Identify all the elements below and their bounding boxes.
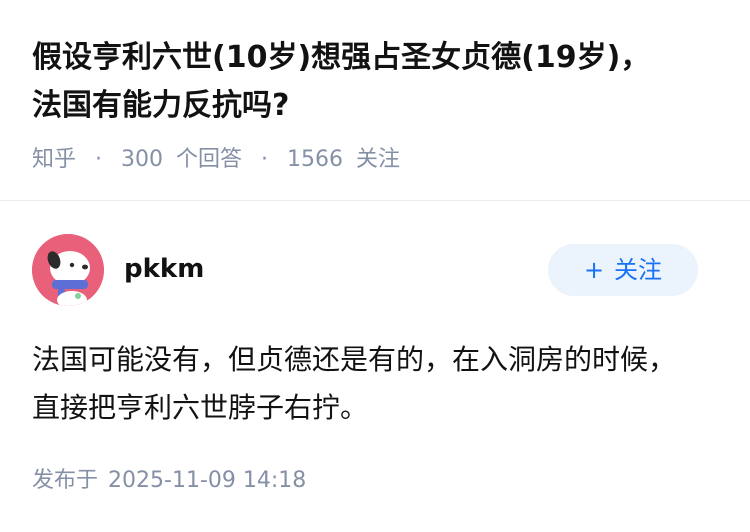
publish-timestamp: 2025-11-09 14:18: [108, 468, 307, 493]
answer-content: 法国可能没有，但贞德还是有的，在入洞房的时候，直接把亨利六世脖子右拧。: [32, 343, 677, 424]
dog-avatar-icon[interactable]: [32, 234, 104, 306]
follow-button[interactable]: + 关注: [548, 244, 698, 296]
question-title[interactable]: 假设亨利六世(10岁)想强占圣女贞德(19岁)，法国有能力反抗吗?: [32, 34, 672, 130]
meta-separator: ·: [261, 147, 269, 172]
answer-count-label: 个回答: [176, 147, 243, 172]
follower-count-label: 关注: [356, 147, 401, 172]
follower-count: 1566: [287, 147, 344, 172]
meta-separator: ·: [95, 147, 103, 172]
source-label[interactable]: 知乎: [32, 145, 76, 175]
answer-page: 假设亨利六世(10岁)想强占圣女贞德(19岁)，法国有能力反抗吗? 知乎 · 3…: [0, 0, 750, 532]
author-name[interactable]: pkkm: [124, 252, 204, 286]
publish-info: 发布于 2025-11-09 14:18: [32, 466, 306, 496]
publish-label: 发布于: [32, 468, 99, 493]
follow-button-label: 关注: [614, 256, 663, 284]
plus-icon: +: [583, 256, 605, 284]
section-divider: [0, 200, 750, 201]
answer-count: 300: [121, 147, 164, 172]
question-meta: 知乎 · 300 个回答 · 1566 关注: [32, 145, 400, 175]
question-header: 假设亨利六世(10岁)想强占圣女贞德(19岁)，法国有能力反抗吗?: [32, 34, 672, 130]
